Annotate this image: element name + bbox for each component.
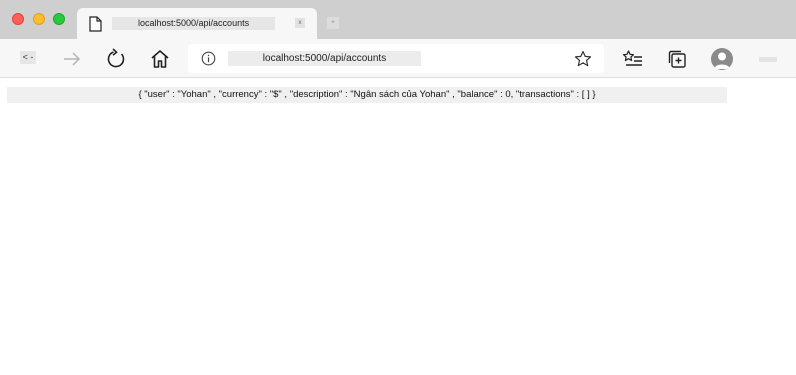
address-bar[interactable]: localhost:5000/api/accounts [188,44,604,73]
address-url[interactable]: localhost:5000/api/accounts [228,51,421,66]
tab-title: localhost:5000/api/accounts [112,17,275,30]
favorites-list-icon[interactable] [622,48,644,70]
refresh-icon[interactable] [105,48,127,70]
avatar[interactable] [711,48,733,70]
tab-strip: localhost:5000/api/accounts x + [0,0,796,39]
tab-close-button[interactable]: x [295,18,305,28]
page-content: { "user" : "Yohan" , "currency" : "$" , … [0,79,796,375]
info-icon[interactable] [201,51,216,66]
page-icon [89,16,102,32]
minimize-window-button[interactable] [33,13,45,25]
browser-toolbar: < - localhost:5000/api/accounts [0,39,796,78]
close-window-button[interactable] [12,13,24,25]
home-icon[interactable] [149,48,171,70]
settings-menu-button[interactable] [759,57,777,62]
forward-arrow-icon[interactable] [61,48,83,70]
back-button[interactable]: < - [20,51,36,64]
tab-active[interactable]: localhost:5000/api/accounts x [77,8,317,39]
json-response: { "user" : "Yohan" , "currency" : "$" , … [7,87,727,103]
new-tab-button[interactable]: + [327,17,339,29]
star-icon[interactable] [574,50,592,68]
browser-window: localhost:5000/api/accounts x + < - loca… [0,0,796,375]
collections-icon[interactable] [666,48,688,70]
maximize-window-button[interactable] [53,13,65,25]
avatar-icon [714,52,730,69]
